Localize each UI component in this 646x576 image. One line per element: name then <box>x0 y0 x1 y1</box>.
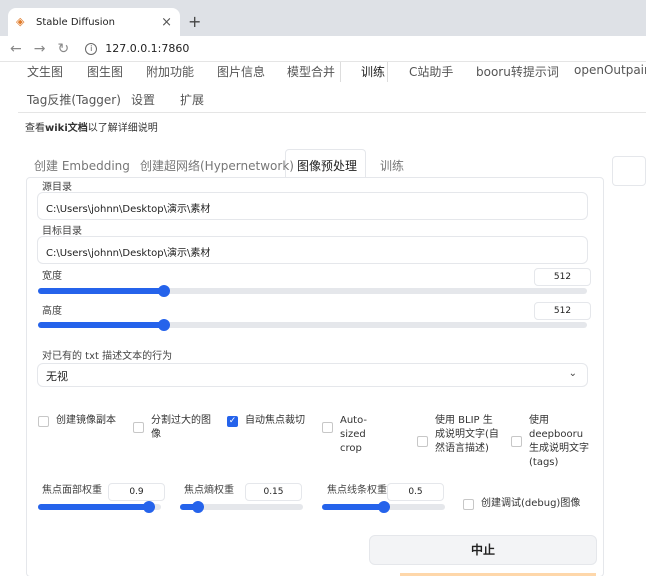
focal-face-number-input[interactable]: 0.9 <box>108 483 165 501</box>
info-prefix: 查看 <box>25 123 45 134</box>
tab-create-embedding[interactable]: 创建 Embedding <box>34 157 130 174</box>
checkbox-label: 使用 deepbooru 生成说明文字(tags) <box>529 415 589 468</box>
tab-extensions[interactable]: 扩展 <box>180 91 204 108</box>
create-debug-image-checkbox[interactable]: 创建调试(debug)图像 <box>463 497 593 511</box>
source-dir-label: 源目录 <box>42 182 72 193</box>
checkbox-box[interactable] <box>38 416 49 427</box>
tab-booru-prompt[interactable]: booru转提示词 <box>476 63 559 80</box>
auto-sized-crop-checkbox[interactable]: Auto-sized crop <box>322 414 394 456</box>
tab-img2img[interactable]: 图生图 <box>87 63 123 80</box>
sd-icon: ◈ <box>16 15 25 28</box>
tab-png-info[interactable]: 图片信息 <box>217 63 265 80</box>
split-oversized-checkbox[interactable]: 分割过大的图像 <box>133 414 213 442</box>
tab-extras[interactable]: 附加功能 <box>146 63 194 80</box>
focal-entropy-label: 焦点熵权重 <box>184 485 234 496</box>
forward-arrow-icon[interactable]: → <box>34 41 46 57</box>
blip-caption-checkbox[interactable]: 使用 BLIP 生成说明文字(自然语言描述) <box>417 414 505 456</box>
checkbox-label: 分割过大的图像 <box>151 415 211 440</box>
checkbox-label: 创建调试(debug)图像 <box>481 498 581 509</box>
wiki-info-text: 查看wiki文档以了解详细说明 <box>25 119 158 134</box>
tab-train[interactable]: 训练 <box>361 63 385 80</box>
focal-edges-slider-fill <box>322 504 384 510</box>
checkbox-checked-icon[interactable]: ✓ <box>227 416 238 427</box>
create-flipped-copies-checkbox[interactable]: 创建镜像副本 <box>38 414 128 428</box>
focal-face-slider[interactable] <box>38 501 161 513</box>
checkbox-box[interactable] <box>463 499 474 510</box>
width-slider-fill <box>38 288 165 294</box>
checkbox-box[interactable] <box>417 436 428 447</box>
height-slider-fill <box>38 322 165 328</box>
side-panel <box>612 156 646 186</box>
tab-create-hypernetwork[interactable]: 创建超网络(Hypernetwork) <box>140 157 294 174</box>
width-slider[interactable] <box>38 285 587 297</box>
focal-edges-label: 焦点线条权重 <box>327 485 387 496</box>
focal-entropy-slider[interactable] <box>180 501 303 513</box>
tab-settings[interactable]: 设置 <box>131 91 155 108</box>
focal-entropy-number-input[interactable]: 0.15 <box>245 483 302 501</box>
focal-face-slider-thumb[interactable] <box>142 501 155 513</box>
existing-txt-value: 无视 <box>46 370 68 383</box>
tab-preprocess-images[interactable]: 图像预处理 <box>297 157 357 174</box>
tab-openoutpaint[interactable]: openOutpaint <box>574 63 646 77</box>
focal-face-label: 焦点面部权重 <box>42 485 102 496</box>
tab-divider <box>18 112 646 113</box>
checkbox-box[interactable] <box>133 422 144 433</box>
tab-tagger[interactable]: Tag反推(Tagger) <box>27 91 121 108</box>
existing-txt-select[interactable]: 无视 ⌄ <box>37 363 588 387</box>
chevron-down-icon: ⌄ <box>568 368 577 379</box>
tab-sub-train[interactable]: 训练 <box>380 157 404 174</box>
info-suffix: 以了解详细说明 <box>87 123 158 134</box>
deepbooru-caption-checkbox[interactable]: 使用 deepbooru 生成说明文字(tags) <box>511 414 595 470</box>
width-label: 宽度 <box>42 271 62 282</box>
browser-tab[interactable]: ◈ Stable Diffusion × <box>8 8 180 36</box>
close-icon[interactable]: × <box>161 15 172 30</box>
target-dir-label: 目标目录 <box>42 226 82 237</box>
source-dir-input[interactable]: C:\Users\johnn\Desktop\演示\素材 <box>37 192 588 220</box>
target-dir-input[interactable]: C:\Users\johnn\Desktop\演示\素材 <box>37 236 588 264</box>
existing-txt-label: 对已有的 txt 描述文本的行为 <box>42 351 173 362</box>
focal-edges-slider[interactable] <box>322 501 445 513</box>
checkbox-label: 创建镜像副本 <box>56 415 116 426</box>
checkbox-label: 使用 BLIP 生成说明文字(自然语言描述) <box>435 415 499 454</box>
tab-txt2img[interactable]: 文生图 <box>27 63 63 80</box>
checkbox-box[interactable] <box>511 436 522 447</box>
url-text: 127.0.0.1:7860 <box>105 42 190 55</box>
browser-toolbar: ← → ↻ i 127.0.0.1:7860 <box>0 36 646 62</box>
height-label: 高度 <box>42 306 62 317</box>
height-slider[interactable] <box>38 319 587 331</box>
auto-focal-crop-checkbox[interactable]: ✓ 自动焦点裁切 <box>227 414 317 428</box>
checkbox-label: 自动焦点裁切 <box>245 415 305 426</box>
height-number-input[interactable]: 512 <box>534 302 591 320</box>
checkbox-label: Auto-sized crop <box>340 415 368 454</box>
browser-tab-title: Stable Diffusion <box>36 16 116 28</box>
focal-edges-slider-thumb[interactable] <box>377 501 390 513</box>
reload-icon[interactable]: ↻ <box>57 41 69 57</box>
tab-checkpoint-merger[interactable]: 模型合并 <box>287 63 335 80</box>
checkbox-box[interactable] <box>322 422 333 433</box>
tab-civitai-helper[interactable]: C站助手 <box>409 63 453 80</box>
plus-icon[interactable]: + <box>188 12 201 31</box>
focal-edges-number-input[interactable]: 0.5 <box>387 483 444 501</box>
focal-face-slider-fill <box>38 504 149 510</box>
browser-tab-bar: ◈ Stable Diffusion × + <box>0 0 646 36</box>
address-bar[interactable]: i 127.0.0.1:7860 <box>85 42 189 55</box>
wiki-link[interactable]: wiki文档 <box>45 123 88 134</box>
back-arrow-icon[interactable]: ← <box>10 41 22 57</box>
info-icon[interactable]: i <box>85 42 98 55</box>
width-number-input[interactable]: 512 <box>534 268 591 286</box>
interrupt-button[interactable]: 中止 <box>369 535 597 565</box>
